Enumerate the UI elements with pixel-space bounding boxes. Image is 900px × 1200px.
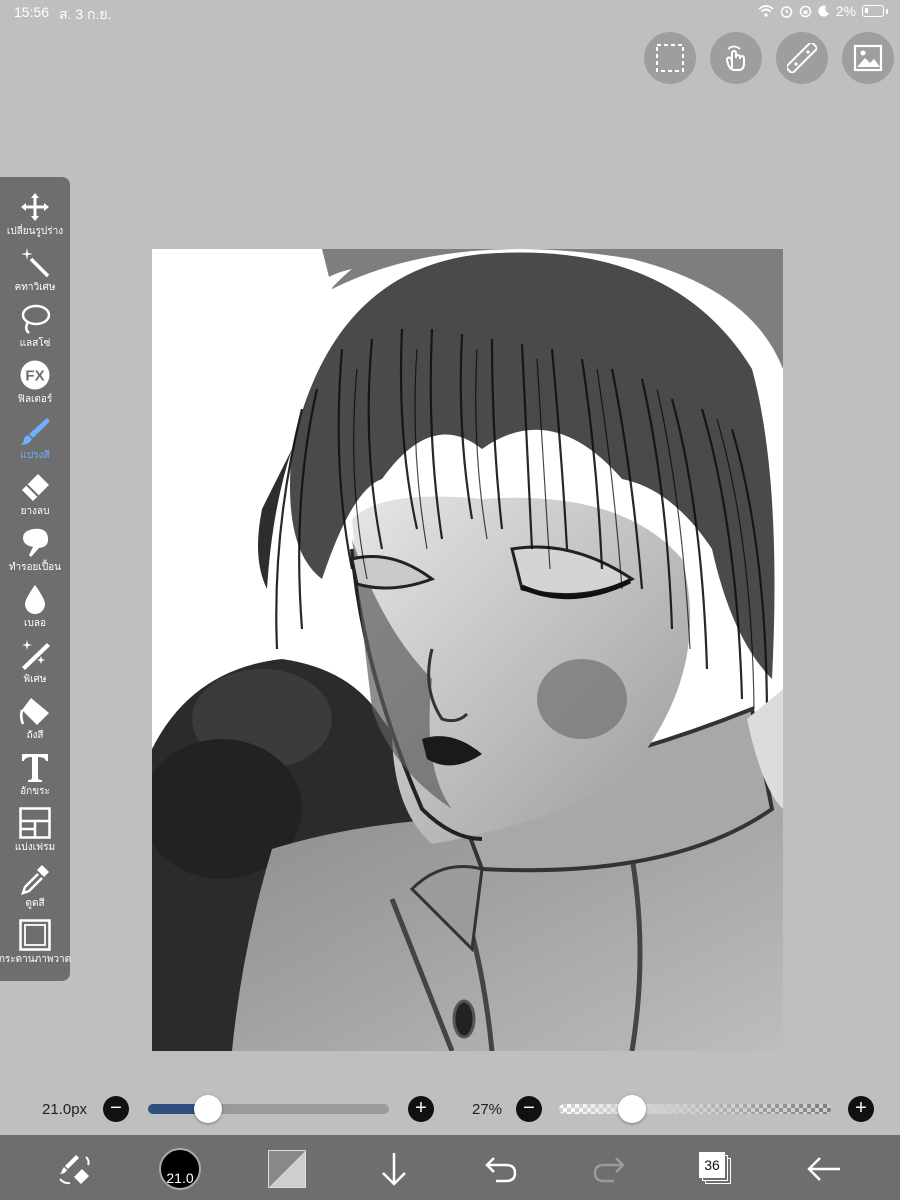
tool-label: ดูดสี xyxy=(25,898,45,909)
move-icon xyxy=(21,193,49,221)
tool-smudge[interactable]: ทำรอยเปื้อน xyxy=(0,525,70,581)
smudge-icon xyxy=(23,528,49,557)
tool-label: ถังสี xyxy=(26,730,44,741)
reference-image-button[interactable] xyxy=(842,32,894,84)
opacity-label: 27% xyxy=(472,1101,503,1118)
tool-label: แลสโซ่ xyxy=(19,338,51,349)
eyedropper-icon xyxy=(21,865,49,895)
redo-button[interactable] xyxy=(587,1147,631,1191)
image-icon xyxy=(853,44,883,72)
minus-icon: − xyxy=(110,1097,122,1119)
fx-icon: FX xyxy=(20,360,50,390)
tool-lasso[interactable]: แลสโซ่ xyxy=(0,301,70,357)
tool-panel: เปลี่ยนรูปร่าง คทาวิเศษ แลสโซ่ FX ฟิลเตอ… xyxy=(0,177,72,981)
lock-rotation-icon xyxy=(799,5,812,17)
brush-eraser-swap-icon xyxy=(59,1155,90,1185)
battery-icon xyxy=(862,5,884,17)
tool-text[interactable]: อักขระ xyxy=(0,749,70,805)
opacity-slider-knob[interactable] xyxy=(618,1095,647,1123)
size-slider-track[interactable] xyxy=(148,1104,389,1114)
redo-icon xyxy=(593,1157,625,1183)
battery-tip xyxy=(886,8,888,14)
ruler-icon xyxy=(787,43,817,73)
ruler-button[interactable] xyxy=(776,32,828,84)
tool-label: แบ่งเฟรม xyxy=(14,842,56,853)
arrow-down-icon xyxy=(382,1153,406,1186)
arrow-left-icon xyxy=(807,1157,840,1181)
tool-eyedropper[interactable]: ดูดสี xyxy=(0,861,70,917)
lasso-icon xyxy=(21,304,51,334)
bucket-icon xyxy=(19,698,49,725)
brush-slider-row: 21.0px − + 27% − + xyxy=(0,1094,900,1124)
drawing-canvas[interactable] xyxy=(152,249,783,1051)
brush-preview-circle: 21.0 xyxy=(159,1148,201,1190)
tool-label: ฟิลเตอร์ xyxy=(17,394,53,405)
color-swatch-button[interactable] xyxy=(265,1147,309,1191)
size-decrease-button[interactable]: − xyxy=(103,1096,129,1122)
frame-divider-icon xyxy=(19,807,51,839)
layers-button[interactable]: 36 xyxy=(694,1147,738,1191)
tool-label: แปรงสี xyxy=(20,450,50,461)
tool-label: อักขระ xyxy=(20,786,50,797)
tool-bucket[interactable]: ถังสี xyxy=(0,693,70,749)
opacity-decrease-button[interactable]: − xyxy=(516,1096,542,1122)
gesture-hand-icon xyxy=(725,45,745,71)
text-icon xyxy=(22,754,48,782)
opacity-increase-button[interactable]: + xyxy=(848,1096,874,1122)
wifi-icon xyxy=(758,5,774,17)
brush-preview-size: 21.0 xyxy=(166,1170,194,1186)
tool-label: พิเศษ xyxy=(23,674,47,685)
tool-canvas-board[interactable]: กระดานภาพวาด xyxy=(0,917,72,973)
tool-transform[interactable]: เปลี่ยนรูปร่าง xyxy=(0,189,70,245)
eraser-icon xyxy=(22,474,49,501)
brush-icon xyxy=(21,418,50,445)
status-date: ส. 3 ก.ย. xyxy=(59,6,112,22)
brush-preview-button[interactable]: 21.0 xyxy=(158,1147,202,1191)
blur-drop-icon xyxy=(25,585,45,614)
tool-magic-wand[interactable]: คทาวิเศษ xyxy=(0,245,70,301)
back-button[interactable] xyxy=(802,1147,846,1191)
magic-wand-icon xyxy=(21,248,50,278)
brush-size-label: 21.0px xyxy=(42,1101,88,1118)
undo-button[interactable] xyxy=(479,1147,523,1191)
tool-label: ยางลบ xyxy=(20,506,50,517)
plus-icon: + xyxy=(855,1097,867,1119)
opacity-slider-track[interactable] xyxy=(559,1104,831,1114)
special-brush-icon xyxy=(22,640,50,670)
tool-label: กระดานภาพวาด xyxy=(0,954,72,965)
moon-icon xyxy=(818,5,829,17)
battery-percent: 2% xyxy=(835,3,856,19)
tool-eraser[interactable]: ยางลบ xyxy=(0,469,70,525)
canvas-board-icon xyxy=(19,919,51,951)
gesture-button[interactable] xyxy=(710,32,762,84)
size-slider-knob[interactable] xyxy=(194,1095,223,1123)
tool-brush[interactable]: แปรงสี xyxy=(0,413,70,469)
alarm-icon xyxy=(780,5,793,18)
size-increase-button[interactable]: + xyxy=(408,1096,434,1122)
artwork xyxy=(152,249,783,1051)
tool-label: คทาวิเศษ xyxy=(14,282,56,293)
status-time: 15:56 xyxy=(14,4,50,20)
swap-tool-button[interactable] xyxy=(52,1147,96,1191)
svg-text:FX: FX xyxy=(25,368,44,385)
color-swatch xyxy=(268,1150,306,1188)
selection-button[interactable] xyxy=(644,32,696,84)
layer-count: 36 xyxy=(704,1157,720,1173)
layers-icon: 36 xyxy=(699,1152,733,1186)
bottom-toolbar: 21.0 36 xyxy=(0,1135,900,1200)
minus-icon: − xyxy=(523,1097,535,1119)
plus-icon: + xyxy=(415,1097,427,1119)
layer-down-button[interactable] xyxy=(372,1147,416,1191)
tool-filter[interactable]: FX ฟิลเตอร์ xyxy=(0,357,70,413)
tool-special[interactable]: พิเศษ xyxy=(0,637,70,693)
tool-label: เปลี่ยนรูปร่าง xyxy=(6,226,64,237)
undo-icon xyxy=(485,1157,517,1183)
status-bar: 15:56 ส. 3 ก.ย. 2% xyxy=(0,0,900,24)
tool-label: ทำรอยเปื้อน xyxy=(8,562,62,573)
tool-label: เบลอ xyxy=(24,618,46,629)
selection-icon xyxy=(656,44,684,72)
tool-blur[interactable]: เบลอ xyxy=(0,581,70,637)
tool-frame-divider[interactable]: แบ่งเฟรม xyxy=(0,805,70,861)
